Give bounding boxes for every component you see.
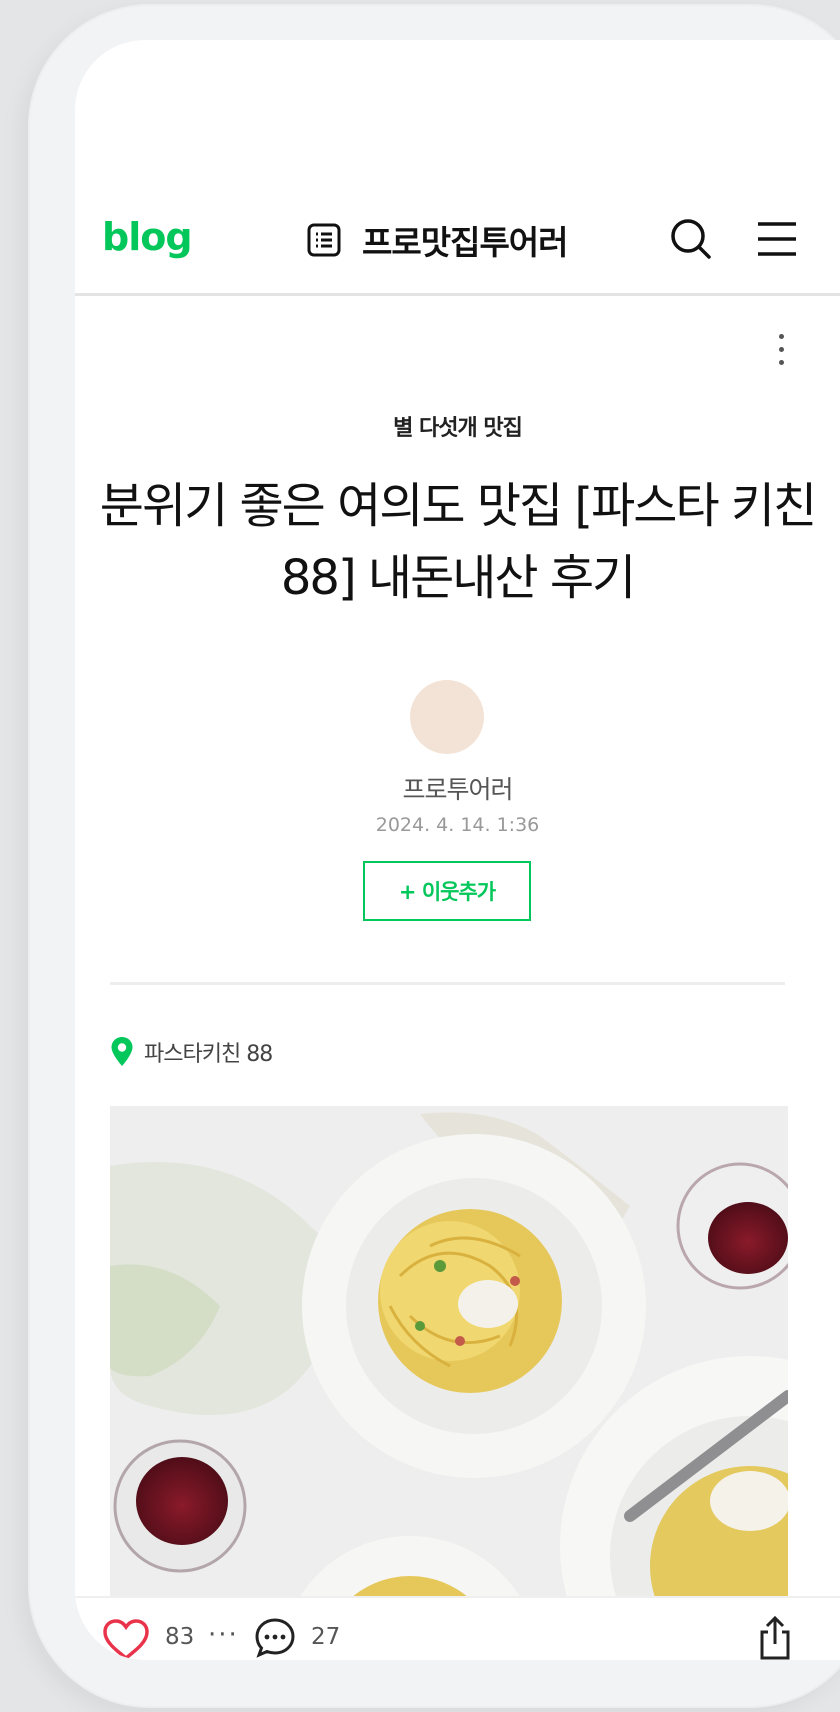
- author-name[interactable]: 프로투어러: [75, 770, 840, 806]
- add-neighbor-button[interactable]: + 이웃추가: [363, 861, 531, 921]
- post-date: 2024. 4. 14. 1:36: [375, 814, 540, 836]
- like-count: 83: [165, 1624, 195, 1650]
- post-title: 분위기 좋은 여의도 맛집 [파스타 키친 88] 내돈내산 후기: [99, 478, 817, 606]
- comment-count: 27: [311, 1624, 341, 1650]
- more-options-icon[interactable]: [772, 330, 790, 378]
- blog-name: 프로맛집투어러: [362, 223, 569, 262]
- location-pin-icon: [111, 1037, 133, 1066]
- place-name: 파스타키친 88: [144, 1042, 273, 1067]
- post-category[interactable]: 별 다섯개 맛집: [75, 410, 840, 442]
- share-icon[interactable]: [755, 1614, 795, 1660]
- bottom-action-bar: 83 ··· 27: [75, 1596, 840, 1660]
- like-heart-icon[interactable]: [102, 1618, 150, 1660]
- blog-title[interactable]: 프로맛집투어러: [306, 216, 569, 264]
- menu-icon[interactable]: [754, 214, 800, 264]
- place-tag[interactable]: 파스타키친 88: [110, 1036, 273, 1068]
- phone-screen: blog 프로맛집투어러 별 다섯개 맛집 분위기 좋은 여의도 맛집 [파스타: [75, 40, 840, 1660]
- comment-icon[interactable]: [253, 1616, 297, 1660]
- divider: [110, 982, 785, 985]
- top-bar: blog 프로맛집투어러: [75, 190, 840, 296]
- pasta-photo[interactable]: [110, 1106, 788, 1596]
- author-avatar[interactable]: [410, 680, 484, 754]
- more-reactions[interactable]: ···: [208, 1620, 239, 1650]
- pasta-photo-image: [110, 1106, 788, 1596]
- search-icon[interactable]: [667, 214, 717, 264]
- list-icon: [307, 223, 341, 257]
- blog-logo[interactable]: blog: [102, 215, 193, 259]
